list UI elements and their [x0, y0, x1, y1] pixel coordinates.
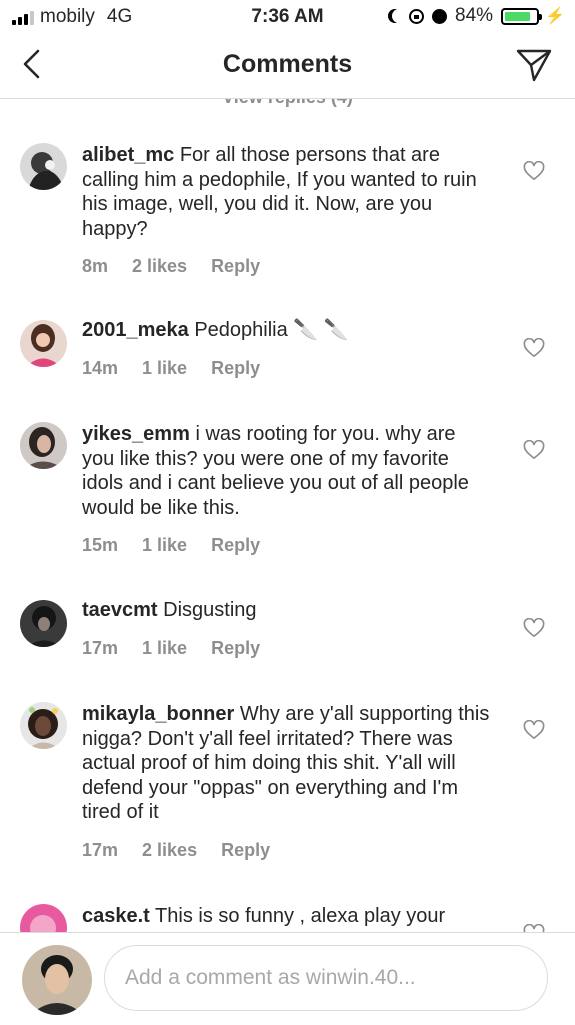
avatar[interactable] — [20, 904, 67, 932]
rotation-lock-icon — [409, 8, 425, 24]
avatar[interactable] — [20, 422, 67, 469]
battery-percent: 84% — [455, 5, 494, 26]
avatar[interactable] — [20, 143, 67, 190]
comment-time: 8m — [82, 256, 109, 276]
comment-username[interactable]: taevcmt — [82, 599, 158, 621]
comment-username[interactable]: caske.t — [82, 905, 150, 927]
comment-likes[interactable]: 1 like — [142, 356, 187, 381]
comment-username[interactable]: 2001_meka — [82, 319, 189, 341]
like-heart-icon[interactable] — [523, 924, 545, 932]
reply-button[interactable]: Reply — [211, 533, 260, 558]
comment-username[interactable]: alibet_mc — [82, 144, 174, 166]
like-heart-icon[interactable] — [523, 161, 545, 181]
my-avatar — [22, 945, 92, 1015]
comments-header: Comments — [0, 34, 575, 99]
like-heart-icon[interactable] — [523, 720, 545, 740]
battery-icon — [501, 7, 543, 25]
comment-time: 15m — [82, 535, 119, 555]
comment-likes[interactable]: 2 likes — [142, 838, 197, 863]
comment-input[interactable] — [104, 945, 548, 1011]
do-not-disturb-icon — [392, 9, 406, 23]
like-heart-icon[interactable] — [523, 618, 545, 638]
like-heart-icon[interactable] — [523, 440, 545, 460]
avatar[interactable] — [20, 600, 67, 647]
reply-button[interactable]: Reply — [211, 356, 260, 381]
reply-button[interactable]: Reply — [221, 838, 270, 863]
comment-text: This is so funny , alexa play your — [155, 905, 446, 927]
reply-button[interactable]: Reply — [211, 254, 260, 279]
direct-message-icon[interactable] — [515, 46, 553, 84]
reply-button[interactable]: Reply — [211, 636, 260, 661]
page-title: Comments — [222, 50, 353, 78]
charging-icon: ⚡ — [545, 8, 565, 25]
comment-username[interactable]: mikayla_bonner — [82, 703, 234, 725]
comment-time: 17m — [82, 637, 119, 658]
comment-list[interactable]: View replies (4) alibet_mc For all those… — [0, 99, 575, 932]
comment-likes[interactable]: 1 like — [142, 636, 187, 661]
comment-text: Pedophilia 🔪 🔪 — [194, 319, 349, 341]
comment-time: 14m — [82, 357, 119, 378]
comment-username[interactable]: yikes_emm — [82, 423, 190, 445]
like-heart-icon[interactable] — [523, 338, 545, 358]
comment-likes[interactable]: 1 like — [142, 533, 187, 558]
avatar[interactable] — [20, 320, 67, 367]
avatar[interactable] — [20, 702, 67, 749]
comment-likes[interactable]: 2 likes — [132, 254, 187, 279]
status-bar: mobily 4G 7:36 AM 84% ⚡ — [0, 0, 575, 34]
comment-text: Disgusting — [163, 599, 257, 621]
alarm-icon — [432, 8, 448, 24]
comment-composer — [0, 932, 575, 1025]
comment-time: 17m — [82, 839, 119, 860]
view-replies-link[interactable]: View replies (4) — [0, 99, 575, 108]
